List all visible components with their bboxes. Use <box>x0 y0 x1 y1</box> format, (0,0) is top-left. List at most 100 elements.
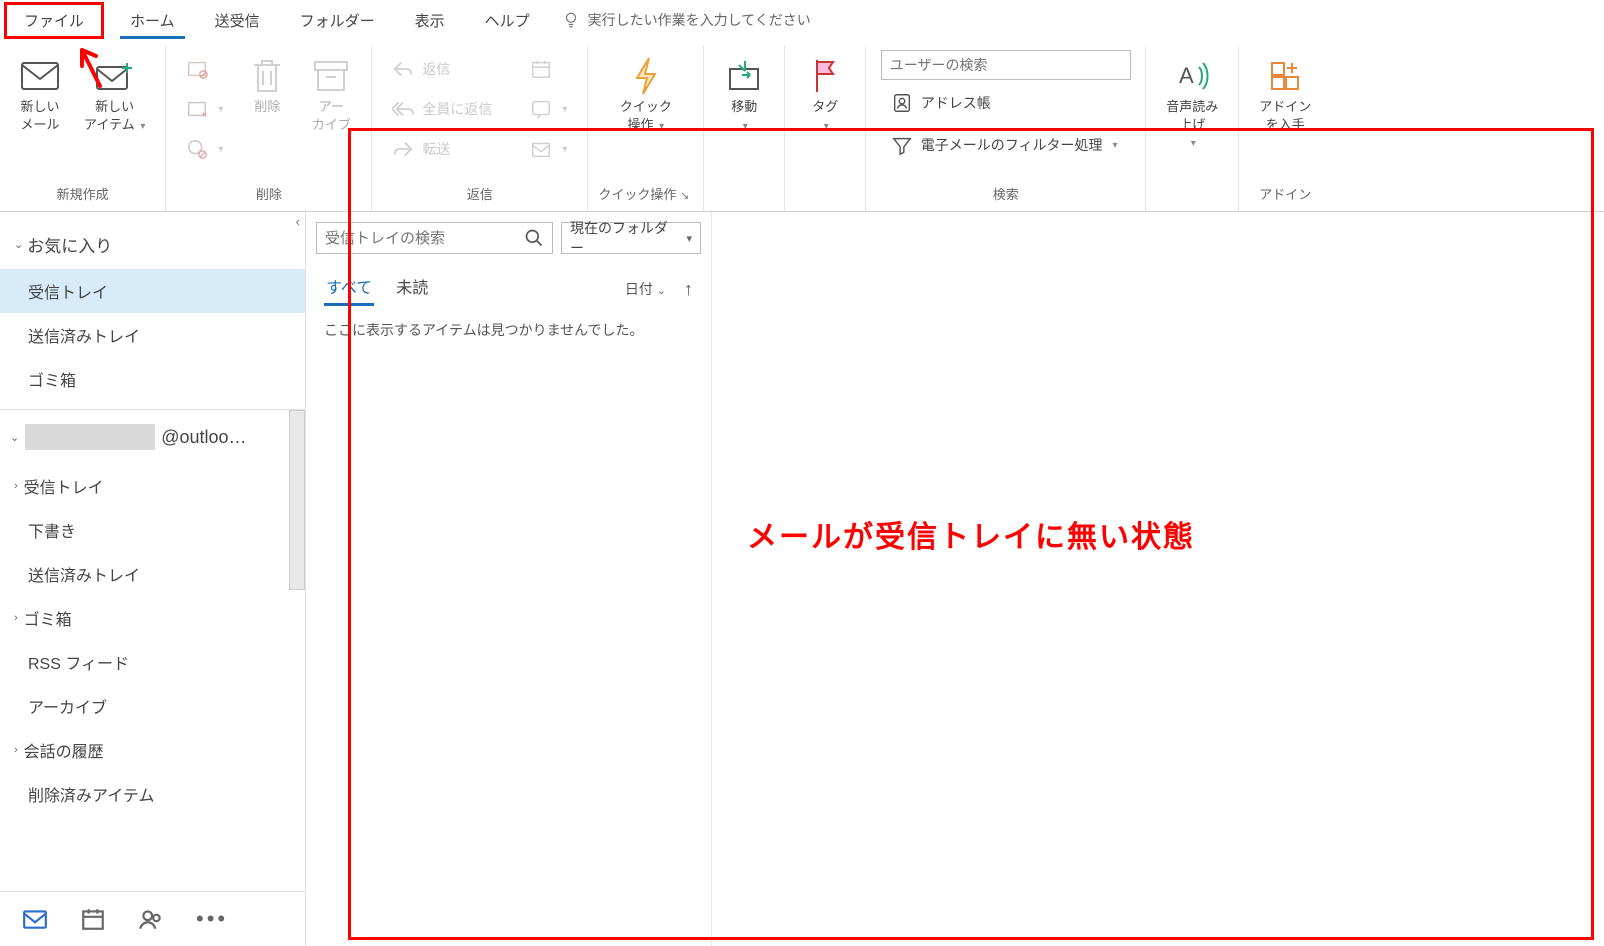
folder-deleted[interactable]: 削除済みアイテム <box>0 772 305 816</box>
new-item-button[interactable]: 新しい アイテム ▾ <box>74 50 155 137</box>
ribbon-group-tts: A 音声読み 上げ▾ <box>1146 46 1239 211</box>
delete-button[interactable]: 削除 <box>237 50 297 120</box>
tab-unread[interactable]: 未読 <box>394 270 430 308</box>
tab-all[interactable]: すべて <box>324 270 374 308</box>
search-icon <box>524 228 544 248</box>
im-button[interactable]: ▾ <box>520 90 577 128</box>
sort-direction-button[interactable]: ↑ <box>684 279 693 300</box>
people-search-input[interactable] <box>881 50 1131 80</box>
menu-help[interactable]: ヘルプ <box>465 2 550 39</box>
menu-file[interactable]: ファイル <box>4 2 104 39</box>
reply-all-icon <box>392 98 414 120</box>
group-label-reply: 返信 <box>467 178 493 207</box>
trash-icon <box>250 57 284 95</box>
folder-sent[interactable]: 送信済みトレイ <box>0 552 305 596</box>
fav-inbox[interactable]: 受信トレイ <box>0 269 305 313</box>
scrollbar[interactable] <box>289 410 305 590</box>
address-book-button[interactable]: アドレス帳 <box>881 84 1131 122</box>
cleanup-button[interactable]: ▾ <box>176 90 233 128</box>
folder-drafts[interactable]: 下書き <box>0 508 305 552</box>
group-label-quick: クイック操作 ↘ <box>598 178 693 207</box>
move-folder-icon <box>727 61 761 91</box>
empty-list-message: ここに表示するアイテムは見つかりませんでした。 <box>306 316 711 354</box>
folder-conversation-history[interactable]: ›会話の履歴 <box>0 728 305 772</box>
dialog-launcher-icon[interactable]: ↘ <box>680 190 689 202</box>
lightbulb-icon <box>562 11 580 29</box>
reading-pane <box>712 212 1604 946</box>
ribbon-group-tag: タグ▾ <box>785 46 866 211</box>
folder-trash[interactable]: ›ゴミ箱 <box>0 596 305 640</box>
main-area: ‹ ⌄お気に入り 受信トレイ 送信済みトレイ ゴミ箱 ⌄ @outloo… ›受… <box>0 212 1604 946</box>
group-label-tag <box>823 182 827 207</box>
menu-sendrecv[interactable]: 送受信 <box>195 2 280 39</box>
new-mail-button[interactable]: 新しい メール <box>10 50 70 137</box>
group-label-search: 検索 <box>993 178 1019 207</box>
ignore-icon <box>186 58 208 80</box>
chat-icon <box>530 98 552 120</box>
tag-button[interactable]: タグ▾ <box>795 50 855 137</box>
folder-inbox[interactable]: ›受信トレイ <box>0 464 305 508</box>
folder-sidebar: ‹ ⌄お気に入り 受信トレイ 送信済みトレイ ゴミ箱 ⌄ @outloo… ›受… <box>0 212 306 946</box>
cleanup-icon <box>186 98 208 120</box>
archive-icon <box>312 59 350 93</box>
group-label-move <box>742 182 746 207</box>
flag-icon <box>811 58 839 94</box>
tell-me-text: 実行したい作業を入力してください <box>588 10 811 30</box>
reply-button[interactable]: 返信 <box>382 50 502 88</box>
filter-email-button[interactable]: 電子メールのフィルター処理▾ <box>881 126 1131 164</box>
folder-archive[interactable]: アーカイブ <box>0 684 305 728</box>
fav-trash[interactable]: ゴミ箱 <box>0 357 305 401</box>
address-book-icon <box>891 92 913 114</box>
ribbon: 新しい メール 新しい アイテム ▾ 新規作成 ▾ ▾ 削除 アー カイブ <box>0 40 1604 212</box>
junk-button[interactable]: ▾ <box>176 130 233 168</box>
move-button[interactable]: 移動▾ <box>714 50 774 137</box>
redacted-account-icon <box>25 424 155 450</box>
get-addins-button[interactable]: アドイン を入手 <box>1249 50 1321 137</box>
fav-sent[interactable]: 送信済みトレイ <box>0 313 305 357</box>
ribbon-group-quick: クイック 操作 ▾ クイック操作 ↘ <box>588 46 704 211</box>
reply-icon <box>392 58 414 80</box>
folder-rss[interactable]: RSS フィード <box>0 640 305 684</box>
group-label-delete: 削除 <box>256 178 282 207</box>
forward-icon <box>392 138 414 160</box>
ribbon-group-new: 新しい メール 新しい アイテム ▾ 新規作成 <box>0 46 166 211</box>
archive-button[interactable]: アー カイブ <box>301 50 361 137</box>
message-list-pane: 現在のフォルダー▾ すべて 未読 日付 ⌄ ↑ ここに表示するアイテムは見つかり… <box>306 212 712 946</box>
people-nav-icon[interactable] <box>138 906 164 932</box>
menu-folder[interactable]: フォルダー <box>280 2 395 39</box>
group-label-addin: アドイン <box>1259 178 1311 207</box>
envelope-plus-icon <box>95 61 135 91</box>
ribbon-group-delete: ▾ ▾ 削除 アー カイブ 削除 <box>166 46 372 211</box>
forward-button[interactable]: 転送 <box>382 130 502 168</box>
lightning-icon <box>631 56 661 96</box>
account-header[interactable]: ⌄ @outloo… <box>0 410 305 464</box>
meeting-button[interactable] <box>520 50 577 88</box>
junk-icon <box>186 138 208 160</box>
collapse-sidebar-button[interactable]: ‹ <box>290 212 306 231</box>
more-reply-button[interactable]: ▾ <box>520 130 577 168</box>
envelope-more-icon <box>530 138 552 160</box>
menu-home[interactable]: ホーム <box>110 2 195 39</box>
inbox-search[interactable] <box>316 222 553 254</box>
ribbon-group-move: 移動▾ <box>704 46 785 211</box>
svg-text:A: A <box>1179 63 1194 88</box>
menu-view[interactable]: 表示 <box>395 2 465 39</box>
ignore-button[interactable] <box>176 50 233 88</box>
tell-me-search[interactable]: 実行したい作業を入力してください <box>550 2 823 38</box>
addins-icon <box>1268 59 1302 93</box>
inbox-search-input[interactable] <box>325 230 524 247</box>
more-nav-icon[interactable]: ••• <box>196 906 222 932</box>
search-scope-dropdown[interactable]: 現在のフォルダー▾ <box>561 222 701 254</box>
menu-bar: ファイル ホーム 送受信 フォルダー 表示 ヘルプ 実行したい作業を入力してくだ… <box>0 0 1604 40</box>
group-label-new: 新規作成 <box>57 178 109 207</box>
reply-all-button[interactable]: 全員に返信 <box>382 90 502 128</box>
read-aloud-button[interactable]: A 音声読み 上げ▾ <box>1156 50 1228 155</box>
ribbon-group-search: アドレス帳 電子メールのフィルター処理▾ 検索 <box>866 46 1146 211</box>
sort-by-button[interactable]: 日付 ⌄ <box>625 279 666 299</box>
favorites-header[interactable]: ⌄お気に入り <box>0 220 305 269</box>
quick-steps-button[interactable]: クイック 操作 ▾ <box>610 50 682 137</box>
calendar-nav-icon[interactable] <box>80 906 106 932</box>
calendar-reply-icon <box>530 58 552 80</box>
mail-nav-icon[interactable] <box>22 906 48 932</box>
ribbon-group-addin: アドイン を入手 アドイン <box>1239 46 1331 211</box>
